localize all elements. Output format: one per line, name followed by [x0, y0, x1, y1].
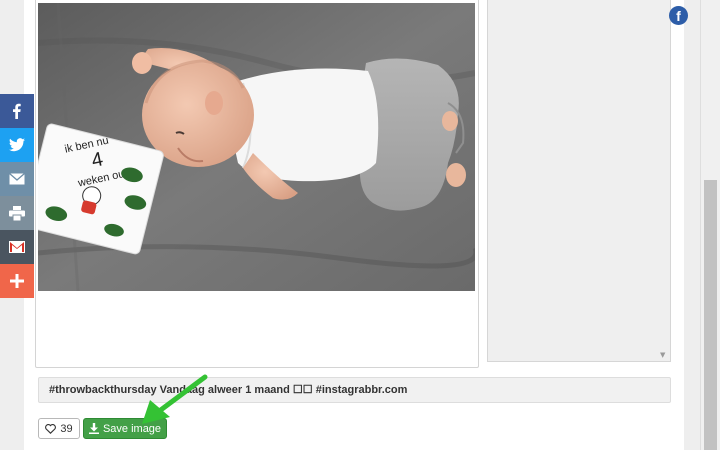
panel-scroll-down-icon[interactable]: ▼ [660, 351, 665, 359]
plus-icon [10, 274, 24, 288]
gmail-icon [9, 241, 25, 253]
mail-icon [9, 173, 25, 185]
share-bar [0, 94, 34, 298]
post-photo[interactable]: ik ben nu 4 weken oud [38, 3, 475, 291]
heart-icon [45, 423, 57, 434]
share-more-button[interactable] [0, 264, 34, 298]
post-caption: #throwbackthursday Vandaag alweer 1 maan… [38, 377, 671, 403]
twitter-icon [9, 138, 25, 152]
share-email-button[interactable] [0, 162, 34, 196]
share-print-button[interactable] [0, 196, 34, 230]
download-icon [88, 423, 99, 434]
facebook-icon [13, 103, 21, 119]
share-gmail-button[interactable] [0, 230, 34, 264]
share-twitter-button[interactable] [0, 128, 34, 162]
facebook-icon[interactable]: f [669, 6, 688, 25]
sidebar-panel [487, 0, 671, 362]
print-icon [9, 205, 25, 221]
like-button[interactable]: 39 [38, 418, 80, 439]
page-scroll-thumb[interactable] [704, 180, 717, 450]
share-facebook-button[interactable] [0, 94, 34, 128]
save-image-button[interactable]: Save image [83, 418, 167, 439]
save-image-label: Save image [102, 422, 162, 435]
like-count: 39 [60, 422, 73, 435]
